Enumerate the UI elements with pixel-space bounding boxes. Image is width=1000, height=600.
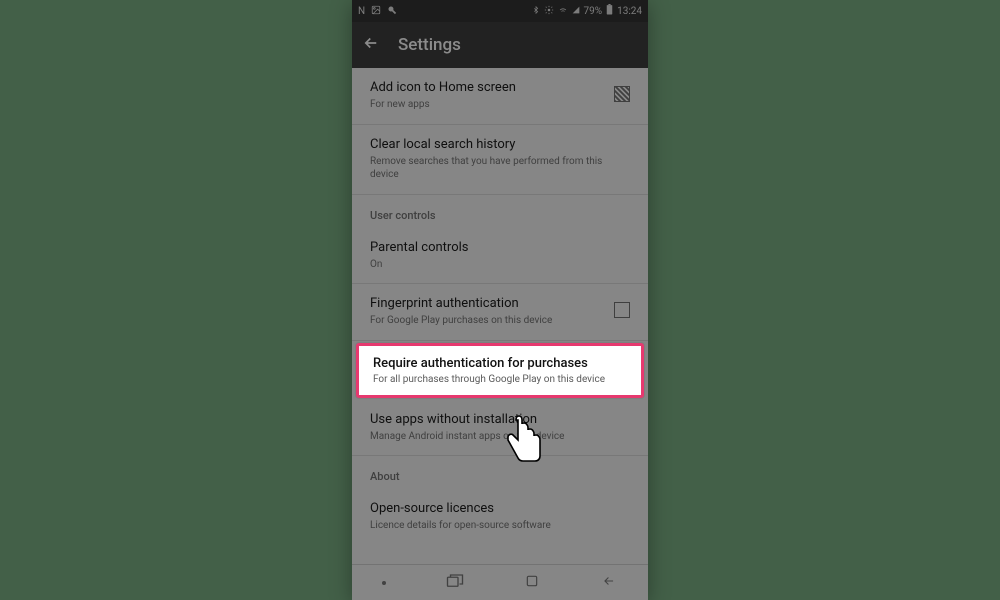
battery-percent: 79% — [584, 6, 603, 17]
settings-quick-icon — [544, 5, 554, 18]
row-title: Parental controls — [370, 240, 630, 255]
phone-frame: N 79% 13:24 — [352, 0, 648, 600]
section-header-about: About — [352, 456, 648, 489]
row-subtitle: For new apps — [370, 98, 604, 112]
nav-home-icon[interactable] — [524, 573, 540, 593]
nav-recent-icon[interactable] — [446, 573, 464, 592]
row-title: Add icon to Home screen — [370, 80, 604, 95]
navigation-bar — [352, 564, 648, 600]
checkbox-unchecked-icon[interactable] — [614, 302, 630, 318]
signal-icon — [572, 5, 580, 18]
app-bar: Settings — [352, 22, 648, 68]
wrench-icon — [387, 5, 397, 18]
image-icon — [371, 5, 381, 18]
status-bar: N 79% 13:24 — [352, 0, 648, 22]
row-title: Open-source licences — [370, 501, 630, 516]
section-header-user-controls: User controls — [352, 195, 648, 228]
row-title: Clear local search history — [370, 137, 630, 152]
notif-icon-n: N — [358, 6, 365, 17]
row-subtitle: For all purchases through Google Play on… — [373, 374, 627, 385]
row-fingerprint-authentication[interactable]: Fingerprint authentication For Google Pl… — [352, 284, 648, 341]
clock-time: 13:24 — [617, 6, 642, 17]
row-use-apps-without-installation[interactable]: Use apps without installation Manage And… — [352, 400, 648, 457]
row-clear-search-history[interactable]: Clear local search history Remove search… — [352, 125, 648, 195]
row-open-source-licences[interactable]: Open-source licences Licence details for… — [352, 489, 648, 545]
row-subtitle: On — [370, 258, 630, 272]
settings-list: Add icon to Home screen For new apps Cle… — [352, 68, 648, 545]
battery-icon — [606, 4, 613, 18]
row-subtitle: Manage Android instant apps on this devi… — [370, 430, 630, 444]
back-icon[interactable] — [362, 34, 380, 56]
row-subtitle: For Google Play purchases on this device — [370, 314, 604, 328]
page-title: Settings — [398, 35, 461, 55]
row-parental-controls[interactable]: Parental controls On — [352, 228, 648, 285]
row-title: Use apps without installation — [370, 412, 630, 427]
nav-menu-icon[interactable] — [382, 581, 386, 585]
wifi-icon — [558, 5, 568, 18]
nav-back-icon[interactable] — [600, 573, 618, 592]
row-title: Fingerprint authentication — [370, 296, 604, 311]
checkbox-checked-icon[interactable] — [614, 86, 630, 102]
row-title: Require authentication for purchases — [373, 356, 627, 371]
row-subtitle: Remove searches that you have performed … — [370, 155, 630, 182]
row-add-icon-home[interactable]: Add icon to Home screen For new apps — [352, 68, 648, 125]
row-require-authentication[interactable]: Require authentication for purchases For… — [356, 343, 644, 398]
row-subtitle: Licence details for open-source software — [370, 519, 630, 533]
bluetooth-icon — [532, 5, 540, 18]
